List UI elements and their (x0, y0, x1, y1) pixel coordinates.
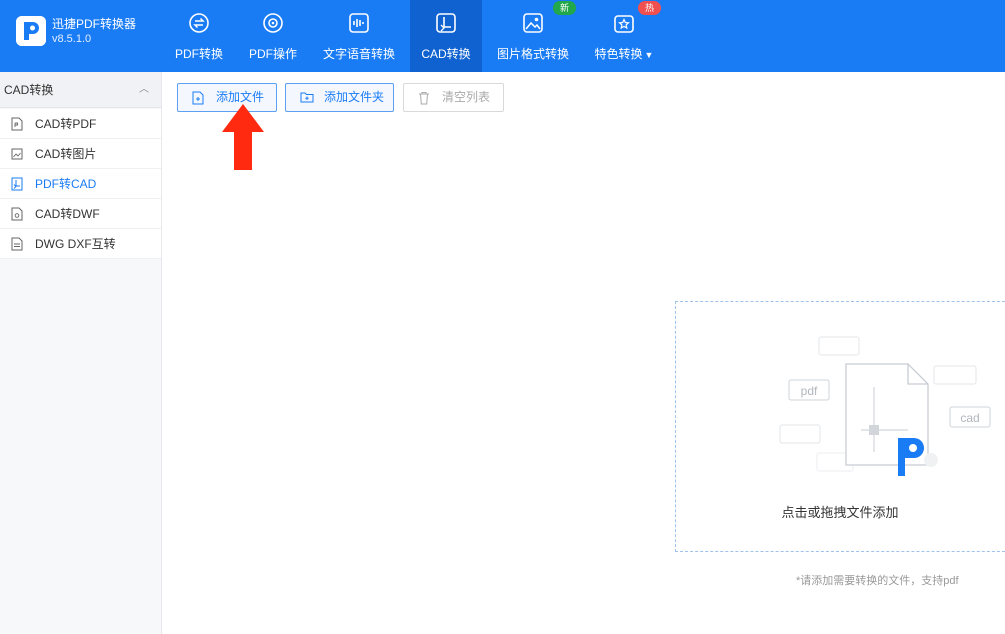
clear-list-button[interactable]: 清空列表 (403, 83, 504, 112)
file-dropzone[interactable]: pdf cad 点击或拖拽文件添加 (675, 301, 1005, 552)
sidebar-item-label: CAD转图片 (35, 147, 97, 161)
add-file-icon (192, 91, 204, 105)
sidebar: CAD转换 ︿ CAD转PDF CAD转图片 PDF转CAD CAD转DWF D… (0, 72, 162, 634)
tab-label: CAD转换 (421, 47, 471, 61)
tab-label: 文字语音转换 (322, 47, 395, 61)
sidebar-item-label: CAD转DWF (35, 207, 100, 221)
sidebar-item-cad-to-image[interactable]: CAD转图片 (0, 139, 161, 169)
sidebar-item-pdf-to-cad[interactable]: PDF转CAD (0, 169, 161, 199)
top-bar: 迅捷PDF转换器 v8.5.1.0 PDF转换 PDF操作 文字语音转换 CAD… (0, 0, 1005, 72)
pdf-convert-icon (189, 13, 209, 33)
pdf-operate-icon (263, 13, 283, 33)
svg-text:cad: cad (960, 411, 979, 425)
red-arrow-annotation (222, 104, 264, 170)
tab-label: PDF操作 (248, 47, 297, 61)
file-drop-illustration: pdf cad (779, 336, 991, 476)
sidebar-item-cad-to-dwf[interactable]: CAD转DWF (0, 199, 161, 229)
sidebar-item-dwg-dxf[interactable]: DWG DXF互转 (0, 229, 161, 259)
svg-text:pdf: pdf (801, 384, 818, 398)
chevron-down-icon: ▼ (644, 50, 654, 60)
cad-tag: cad (949, 406, 991, 428)
tab-pdf-convert[interactable]: PDF转换 (166, 0, 232, 72)
trash-icon (419, 92, 429, 105)
tab-label: 特色转换 ▼ (588, 45, 660, 62)
tab-label: 图片格式转换 (496, 47, 569, 61)
add-folder-button[interactable]: 添加文件夹 (285, 83, 394, 112)
cad-file-icon (11, 177, 23, 191)
dwf-file-icon (11, 207, 23, 221)
sidebar-header[interactable]: CAD转换 ︿ (0, 72, 161, 108)
add-folder-label: 添加文件夹 (324, 90, 385, 104)
tab-label: PDF转换 (174, 47, 223, 61)
voice-wave-icon (349, 13, 369, 33)
tab-label-text: 特色转换 (594, 47, 643, 61)
star-badge-icon (614, 15, 634, 33)
pdf-tag: pdf (788, 379, 830, 401)
cad-convert-icon (436, 13, 456, 33)
sidebar-item-label: PDF转CAD (35, 177, 97, 191)
image-icon (523, 13, 543, 33)
sidebar-item-label: CAD转PDF (35, 117, 97, 131)
new-badge: 新 (553, 1, 577, 15)
sidebar-title: CAD转换 (4, 83, 54, 97)
sidebar-item-cad-to-pdf[interactable]: CAD转PDF (0, 109, 161, 139)
app-name: 迅捷PDF转换器 (52, 17, 137, 31)
tab-cad-convert[interactable]: CAD转换 (410, 0, 482, 72)
chevron-up-icon[interactable]: ︿ (139, 72, 149, 108)
sidebar-item-label: DWG DXF互转 (35, 237, 116, 251)
image-file-icon (11, 148, 23, 160)
app-version: v8.5.1.0 (52, 33, 92, 45)
app-logo (16, 16, 46, 46)
dwg-file-icon (11, 237, 23, 251)
tab-pdf-operate[interactable]: PDF操作 (240, 0, 306, 72)
hot-badge: 热 (638, 1, 662, 15)
supported-format-hint: *请添加需要转换的文件，支持pdf (796, 575, 959, 587)
tab-voice-convert[interactable]: 文字语音转换 (318, 0, 400, 72)
dropzone-text: 点击或拖拽文件添加 (781, 505, 899, 520)
clear-list-label: 清空列表 (442, 90, 491, 104)
add-folder-icon (300, 92, 314, 103)
pdf-file-icon (11, 117, 23, 131)
